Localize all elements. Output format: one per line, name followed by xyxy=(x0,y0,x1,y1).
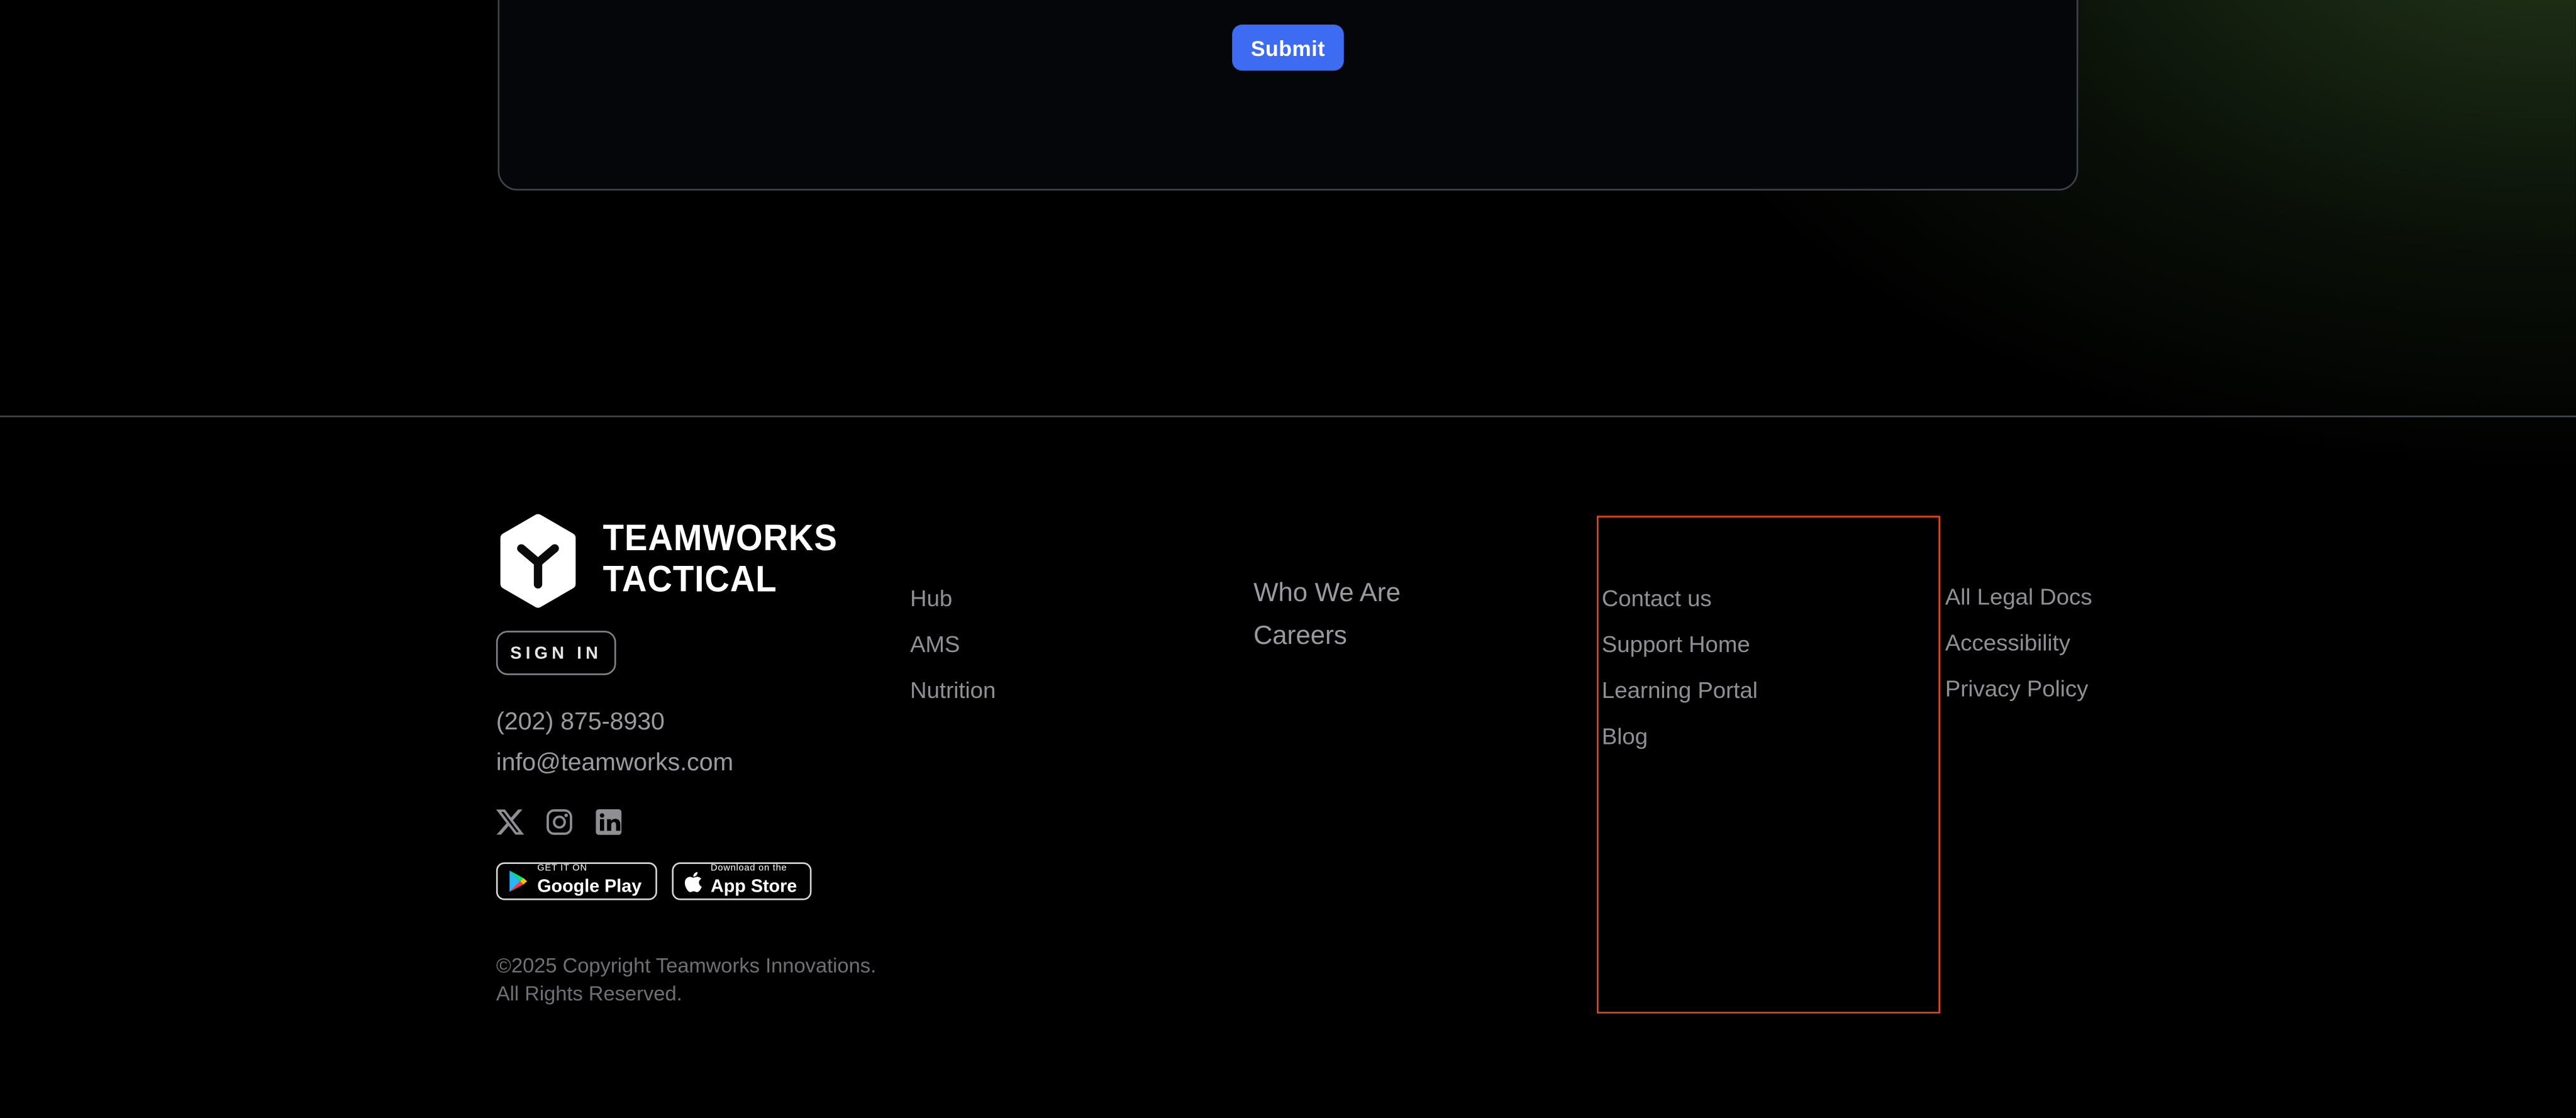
footer-link-ams[interactable]: AMS xyxy=(910,634,996,656)
brand-wordmark: TEAMWORKS TACTICAL xyxy=(603,519,838,599)
footer-link-who-we-are[interactable]: Who We Are xyxy=(1253,582,1401,608)
store-badges: GET IT ON Google Play Download on the Ap… xyxy=(496,862,812,900)
footer-link-contact-us[interactable]: Contact us xyxy=(1602,588,1758,610)
google-play-store-name: Google Play xyxy=(537,878,641,896)
app-store-tagline: Download on the xyxy=(711,866,797,876)
email-link[interactable]: info@teamworks.com xyxy=(496,749,733,777)
copyright: ©2025 Copyright Teamworks Innovations. A… xyxy=(496,953,876,1007)
x-twitter-icon[interactable] xyxy=(496,808,524,836)
footer-link-accessibility[interactable]: Accessibility xyxy=(1945,633,2092,655)
footer-link-all-legal-docs[interactable]: All Legal Docs xyxy=(1945,587,2092,609)
google-play-badge[interactable]: GET IT ON Google Play xyxy=(496,862,657,900)
page: Submit TEAMWORKS TACTICAL SIGN IN (202) … xyxy=(0,0,2576,1118)
brand-line-2: TACTICAL xyxy=(603,559,838,599)
footer-column-support: Contact us Support Home Learning Portal … xyxy=(1602,588,1758,772)
sign-in-button[interactable]: SIGN IN xyxy=(496,631,616,675)
footer-link-hub[interactable]: Hub xyxy=(910,588,996,610)
footer-column-products: Hub AMS Nutrition xyxy=(910,588,996,726)
copyright-line-2: All Rights Reserved. xyxy=(496,980,876,1007)
submit-button[interactable]: Submit xyxy=(1232,25,1344,70)
social-links xyxy=(496,808,623,836)
footer-column-legal: All Legal Docs Accessibility Privacy Pol… xyxy=(1945,587,2092,724)
phone-link[interactable]: (202) 875-8930 xyxy=(496,708,665,736)
apple-icon xyxy=(683,870,702,893)
footer-divider xyxy=(0,416,2576,418)
app-store-store-name: App Store xyxy=(711,878,797,896)
linkedin-icon[interactable] xyxy=(595,808,623,836)
footer-column-company: Who We Are Careers xyxy=(1253,582,1401,667)
google-play-tagline: GET IT ON xyxy=(537,866,641,876)
copyright-line-1: ©2025 Copyright Teamworks Innovations. xyxy=(496,953,876,980)
app-store-badge[interactable]: Download on the App Store xyxy=(671,862,812,900)
footer-link-nutrition[interactable]: Nutrition xyxy=(910,680,996,702)
teamworks-logo-icon[interactable] xyxy=(496,514,580,608)
instagram-icon[interactable] xyxy=(545,808,573,836)
brand-line-1: TEAMWORKS xyxy=(603,519,838,559)
footer-link-learning-portal[interactable]: Learning Portal xyxy=(1602,680,1758,702)
footer-link-support-home[interactable]: Support Home xyxy=(1602,634,1758,656)
form-card: Submit xyxy=(497,0,2078,191)
google-play-icon xyxy=(508,869,529,894)
footer-link-careers[interactable]: Careers xyxy=(1253,624,1401,651)
footer-link-privacy-policy[interactable]: Privacy Policy xyxy=(1945,678,2092,700)
footer-link-blog[interactable]: Blog xyxy=(1602,726,1758,748)
